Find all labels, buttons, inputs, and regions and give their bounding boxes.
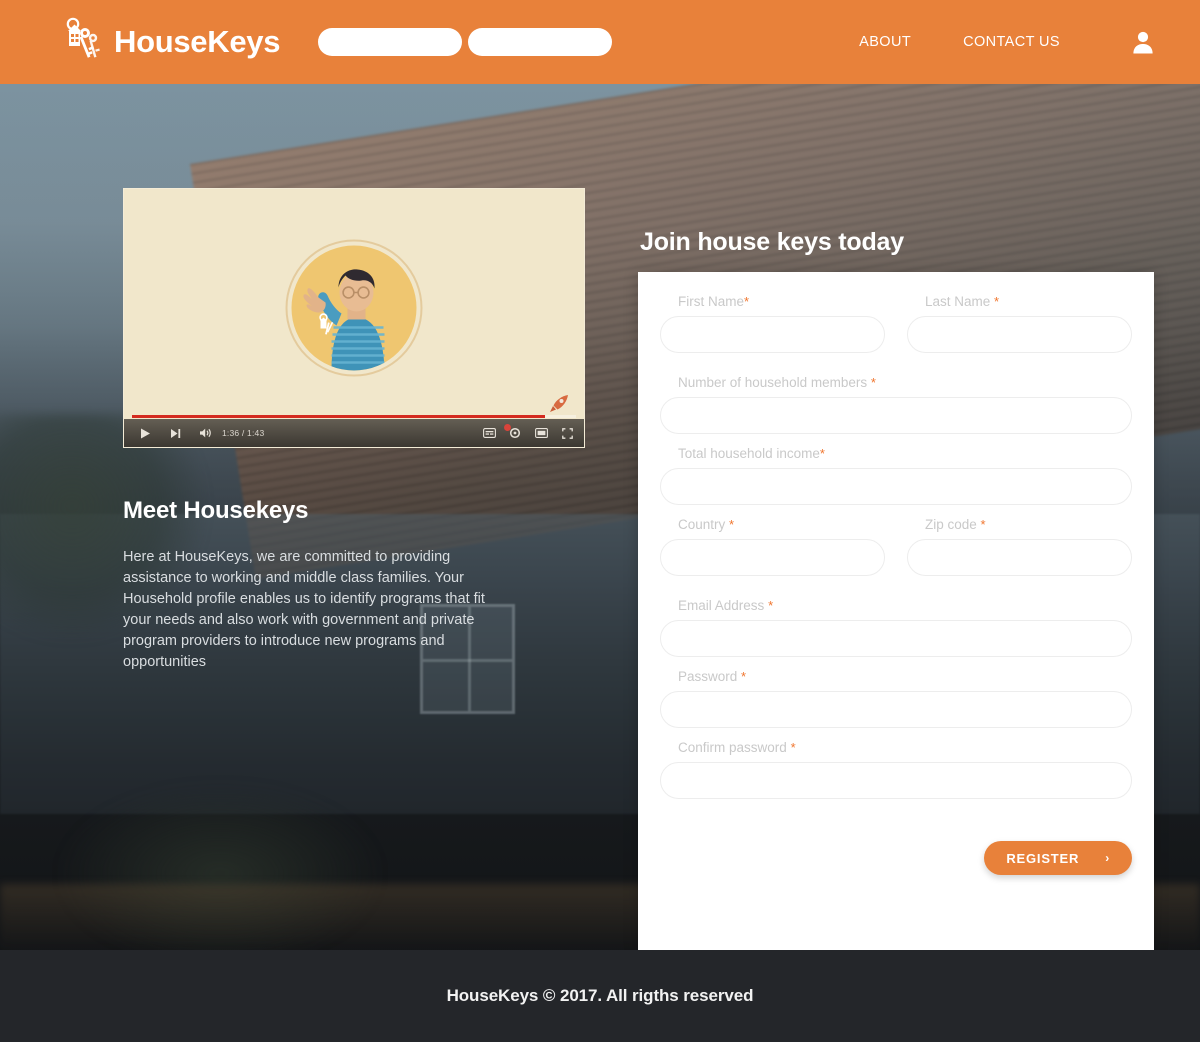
required-asterisk: *: [741, 669, 747, 684]
field-household-members: Number of household members *: [660, 375, 1132, 434]
email-input[interactable]: [660, 620, 1132, 657]
field-last-name: Last Name *: [907, 294, 1132, 353]
register-button-label: REGISTER: [1006, 850, 1080, 866]
intro-body: Here at HouseKeys, we are committed to p…: [123, 549, 485, 670]
field-zip-code: Zip code *: [907, 517, 1132, 576]
first-name-input[interactable]: [660, 316, 885, 353]
field-country: Country *: [660, 517, 885, 576]
label-household-members: Number of household members *: [678, 375, 876, 390]
nav-link-about[interactable]: ABOUT: [859, 34, 911, 50]
site-header: HouseKeys ABOUT CONTACT US: [0, 0, 1200, 84]
password-input[interactable]: [660, 691, 1132, 728]
field-household-income: Total household income*: [660, 446, 1132, 505]
country-input[interactable]: [660, 539, 885, 576]
label-confirm-password: Confirm password *: [678, 740, 796, 755]
registration-form-card: First Name* Last Name * Number of househ…: [638, 272, 1154, 950]
theater-mode-icon[interactable]: [530, 422, 552, 444]
volume-icon[interactable]: [194, 422, 216, 444]
label-email: Email Address *: [678, 598, 774, 613]
nav-pill-secondary[interactable]: [468, 28, 613, 56]
required-asterisk: *: [744, 294, 750, 309]
subtitles-icon[interactable]: [478, 422, 500, 444]
user-avatar-icon[interactable]: [1130, 29, 1200, 55]
field-first-name: First Name*: [660, 294, 885, 353]
required-asterisk: *: [729, 517, 735, 532]
form-row-name: First Name* Last Name *: [660, 294, 1132, 365]
intro-column: 1:36 / 1:43 Meet Housekeys Here at House…: [123, 188, 585, 673]
register-button[interactable]: REGISTER ›: [984, 841, 1132, 875]
site-footer: HouseKeys © 2017. All rigths reserved: [0, 950, 1200, 1042]
video-progress-track[interactable]: [132, 415, 576, 418]
required-asterisk: *: [870, 375, 876, 390]
video-time-display: 1:36 / 1:43: [222, 428, 265, 438]
rocket-icon[interactable]: [548, 393, 570, 415]
required-asterisk: *: [980, 517, 986, 532]
form-heading: Join house keys today: [640, 228, 904, 256]
video-progress-fill: [132, 415, 545, 418]
household-income-input[interactable]: [660, 468, 1132, 505]
hero-section: 1:36 / 1:43 Meet Housekeys Here at House…: [0, 84, 1200, 950]
copyright-text: HouseKeys © 2017. All rigths reserved: [446, 986, 754, 1005]
zip-code-input[interactable]: [907, 539, 1132, 576]
landing-page: HouseKeys ABOUT CONTACT US 1:36 / 1:43 M…: [0, 0, 1200, 1042]
required-asterisk: *: [790, 740, 796, 755]
intro-heading: Meet Housekeys: [123, 497, 309, 524]
field-email: Email Address *: [660, 598, 1132, 657]
header-pill-group: [318, 28, 613, 56]
house-keys-icon: [60, 16, 106, 68]
label-last-name: Last Name *: [925, 294, 1000, 309]
label-country: Country *: [678, 517, 735, 532]
required-asterisk: *: [994, 294, 1000, 309]
video-controls-bar: 1:36 / 1:43: [124, 415, 584, 447]
last-name-input[interactable]: [907, 316, 1132, 353]
nav-link-contact[interactable]: CONTACT US: [963, 34, 1060, 50]
label-password: Password *: [678, 669, 747, 684]
header-nav: ABOUT CONTACT US: [859, 29, 1200, 55]
household-members-input[interactable]: [660, 397, 1132, 434]
play-icon[interactable]: [134, 422, 156, 444]
label-zip-code: Zip code *: [925, 517, 986, 532]
required-asterisk: *: [819, 446, 825, 461]
form-actions: REGISTER ›: [638, 811, 1154, 875]
label-first-name: First Name*: [678, 294, 750, 309]
video-right-controls: [478, 422, 578, 444]
video-frame: [124, 189, 584, 447]
next-track-icon[interactable]: [164, 422, 186, 444]
logo[interactable]: HouseKeys: [60, 16, 280, 68]
form-row-location: Country * Zip code *: [660, 517, 1132, 588]
chevron-right-icon: ›: [1105, 851, 1110, 865]
confirm-password-input[interactable]: [660, 762, 1132, 799]
brand-name: HouseKeys: [114, 24, 281, 59]
nav-pill-primary[interactable]: [318, 28, 463, 56]
label-household-income: Total household income*: [678, 446, 825, 461]
field-confirm-password: Confirm password *: [660, 740, 1132, 799]
fullscreen-icon[interactable]: [556, 422, 578, 444]
video-player[interactable]: 1:36 / 1:43: [123, 188, 585, 448]
field-password: Password *: [660, 669, 1132, 728]
required-asterisk: *: [768, 598, 774, 613]
notification-dot: [504, 424, 511, 431]
